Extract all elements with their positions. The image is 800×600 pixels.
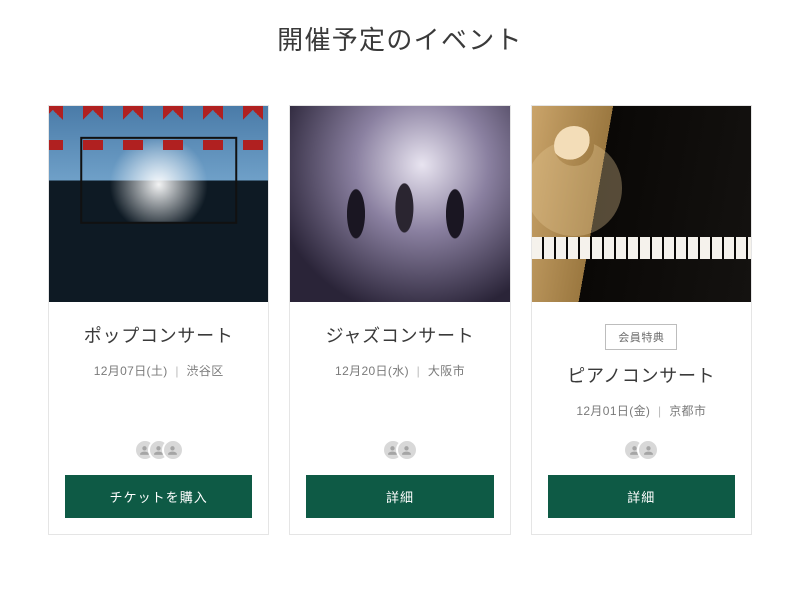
- event-card-footer: 詳細: [548, 419, 735, 518]
- member-badge: 会員特典: [605, 324, 677, 350]
- upcoming-events-section: 開催予定のイベント ポップコンサート 12月07日(土) | 渋谷区: [0, 0, 800, 535]
- meta-separator: |: [417, 364, 420, 378]
- buy-ticket-button[interactable]: チケットを購入: [65, 475, 252, 518]
- event-card: 会員特典 ピアノコンサート 12月01日(金) | 京都市 詳細: [531, 105, 752, 535]
- event-title: ポップコンサート: [65, 324, 252, 348]
- attendee-avatars: [306, 439, 493, 461]
- event-image: [532, 106, 751, 302]
- event-card-footer: チケットを購入: [65, 419, 252, 518]
- event-date: 12月20日(水): [335, 364, 409, 378]
- details-button[interactable]: 詳細: [306, 475, 493, 518]
- event-title: ジャズコンサート: [306, 324, 493, 348]
- avatar-icon: [162, 439, 184, 461]
- event-meta: 12月01日(金) | 京都市: [548, 402, 735, 419]
- event-card-footer: 詳細: [306, 419, 493, 518]
- details-button[interactable]: 詳細: [548, 475, 735, 518]
- event-location: 渋谷区: [187, 364, 224, 378]
- avatar-icon: [637, 439, 659, 461]
- event-card-list: ポップコンサート 12月07日(土) | 渋谷区 チケットを購入: [48, 105, 752, 535]
- event-date: 12月01日(金): [576, 404, 650, 418]
- attendee-avatars: [548, 439, 735, 461]
- event-meta: 12月20日(水) | 大阪市: [306, 362, 493, 379]
- event-card: ジャズコンサート 12月20日(水) | 大阪市 詳細: [289, 105, 510, 535]
- event-location: 大阪市: [428, 364, 465, 378]
- meta-separator: |: [658, 404, 661, 418]
- meta-separator: |: [175, 364, 178, 378]
- attendee-avatars: [65, 439, 252, 461]
- event-meta: 12月07日(土) | 渋谷区: [65, 362, 252, 379]
- event-image: [290, 106, 509, 302]
- event-card-body: ポップコンサート 12月07日(土) | 渋谷区 チケットを購入: [49, 302, 268, 534]
- event-location: 京都市: [669, 404, 706, 418]
- page-title: 開催予定のイベント: [48, 20, 752, 57]
- event-card-body: 会員特典 ピアノコンサート 12月01日(金) | 京都市 詳細: [532, 302, 751, 534]
- event-card-body: ジャズコンサート 12月20日(水) | 大阪市 詳細: [290, 302, 509, 534]
- event-date: 12月07日(土): [94, 364, 168, 378]
- event-card: ポップコンサート 12月07日(土) | 渋谷区 チケットを購入: [48, 105, 269, 535]
- avatar-icon: [396, 439, 418, 461]
- event-image: [49, 106, 268, 302]
- event-title: ピアノコンサート: [548, 364, 735, 388]
